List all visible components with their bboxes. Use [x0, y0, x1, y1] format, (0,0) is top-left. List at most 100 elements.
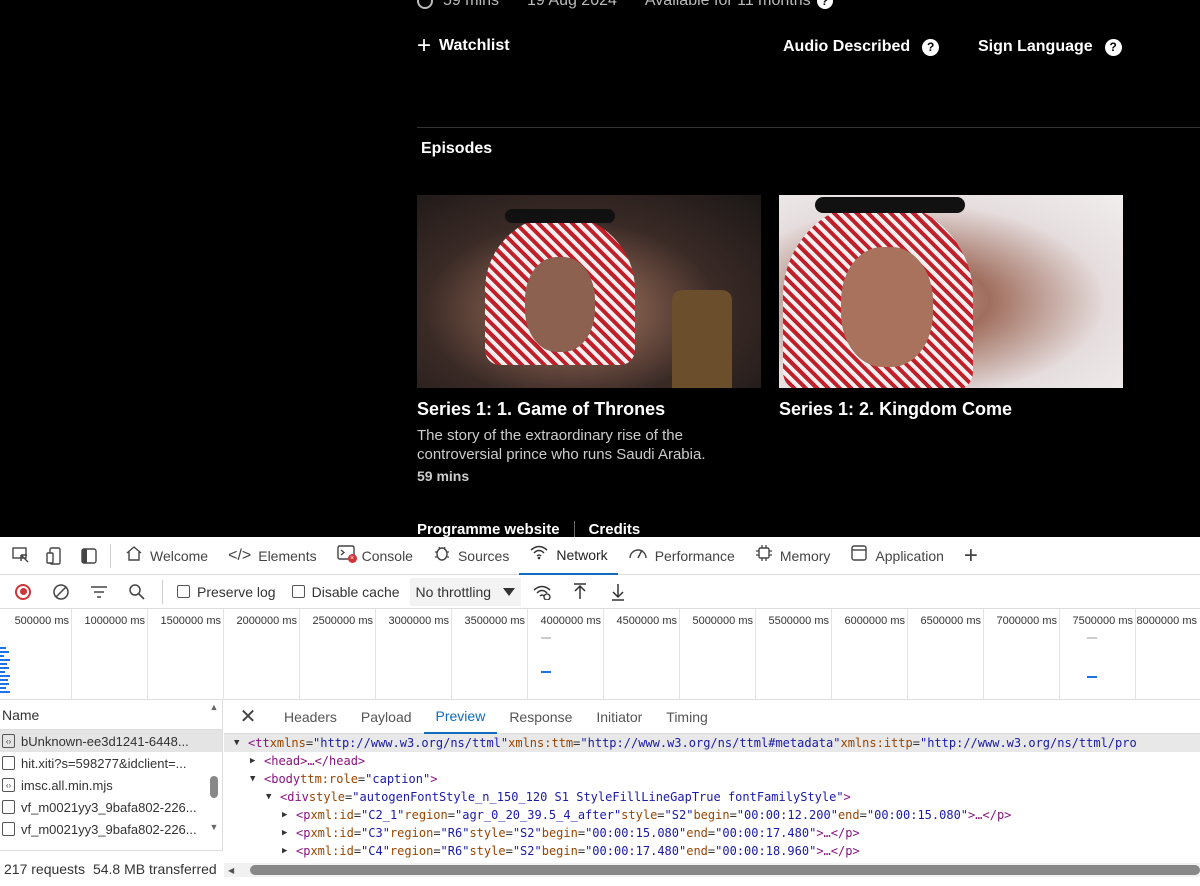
device-emulation-icon[interactable]	[38, 541, 72, 571]
plus-icon: +	[417, 32, 432, 59]
network-status-bar: 217 requests 54.8 MB transferred 6	[0, 850, 232, 886]
tab-headers[interactable]: Headers	[272, 700, 349, 734]
timeline-mark	[541, 671, 551, 673]
clear-button[interactable]	[44, 578, 78, 606]
code-icon: </>	[228, 546, 252, 564]
preserve-log-checkbox[interactable]: Preserve log	[171, 584, 282, 600]
divider	[417, 127, 1200, 128]
help-icon[interactable]: ?	[816, 0, 833, 9]
checkbox-box[interactable]	[177, 585, 190, 598]
expand-down-icon[interactable]: ▼	[234, 734, 248, 752]
tab-label: Network	[556, 546, 608, 563]
horizontal-scrollbar[interactable]: ◀	[224, 863, 1200, 877]
programme-website-link[interactable]: Programme website	[417, 521, 560, 537]
name-column-header[interactable]: Name	[0, 700, 222, 730]
request-row[interactable]: vf_m0021yy3_9bafa802-226...	[0, 818, 222, 840]
timeline-mark	[541, 637, 551, 639]
xml-line[interactable]: ▼ <tt xmlns = "http://www.w3.org/ns/ttml" x…	[224, 734, 1200, 752]
tab-response[interactable]: Response	[497, 700, 584, 734]
checkbox-box[interactable]	[291, 585, 305, 598]
devtools-tabbar: Welcome </> Elements × Console Sources N…	[0, 537, 1200, 575]
tab-performance[interactable]: Performance	[618, 537, 745, 575]
credits-link[interactable]: Credits	[589, 521, 641, 537]
episode-thumbnail[interactable]	[417, 195, 761, 388]
episode-title[interactable]: Series 1: 1. Game of Thrones	[417, 398, 761, 420]
add-tab-button[interactable]: +	[954, 537, 988, 575]
sidebar-toggle-icon[interactable]	[72, 541, 106, 571]
import-har-button[interactable]	[563, 578, 597, 606]
request-row[interactable]: vf_m0021yy3_9bafa802-226...	[0, 796, 222, 818]
request-row[interactable]: ‹› bUnknown-ee3d1241-6448...	[0, 730, 222, 752]
network-timeline[interactable]: 500000 ms 1000000 ms 1500000 ms 2000000 …	[0, 609, 1200, 700]
performance-icon	[628, 545, 648, 566]
request-row[interactable]: ‹› imsc.all.min.mjs	[0, 774, 222, 796]
sign-language[interactable]: Sign Language ?	[978, 38, 1122, 56]
code-file-icon: ‹›	[2, 734, 15, 748]
expand-right-icon[interactable]: ▶	[282, 824, 296, 842]
close-icon[interactable]: ✕	[224, 704, 272, 729]
tab-initiator[interactable]: Initiator	[584, 700, 654, 734]
watchlist-label: Watchlist	[439, 37, 510, 54]
tab-label: Application	[875, 547, 944, 564]
tab-timing[interactable]: Timing	[654, 700, 720, 734]
scrollbar-thumb[interactable]	[210, 776, 218, 798]
tab-console[interactable]: × Console	[327, 537, 423, 575]
availability: Available for 11 months ?	[645, 0, 833, 10]
xml-line[interactable]: ▼ <div style = "autogenFontStyle_n_150_120 …	[224, 788, 1200, 806]
disable-cache-label: Disable cache	[311, 583, 400, 600]
timeline-mark	[1087, 676, 1097, 678]
search-button[interactable]	[120, 578, 154, 606]
help-icon[interactable]: ?	[1104, 38, 1122, 56]
episode-thumbnail[interactable]	[779, 195, 1123, 388]
xml-line[interactable]: ▶ <p xml:id = "C2_1" region = "agr_0_20_39.5_…	[224, 806, 1200, 824]
network-conditions-button[interactable]	[525, 578, 559, 606]
episode-card[interactable]: Series 1: 1. Game of Thrones The story o…	[417, 195, 761, 484]
tab-application[interactable]: Application	[840, 537, 954, 575]
search-icon	[129, 583, 145, 600]
tab-label: Console	[361, 547, 413, 564]
tab-elements[interactable]: </> Elements	[218, 537, 327, 575]
throttling-select[interactable]: No throttling	[409, 577, 522, 606]
face-shape	[841, 247, 933, 367]
audio-described[interactable]: Audio Described ?	[783, 38, 940, 56]
request-row[interactable]: hit.xiti?s=598277&idclient=...	[0, 752, 222, 774]
watchlist-button[interactable]: + Watchlist	[417, 32, 510, 59]
scroll-up-icon[interactable]: ▲	[208, 702, 220, 712]
network-details: Name ‹› bUnknown-ee3d1241-6448... hit.xi…	[0, 700, 1200, 886]
export-har-button[interactable]	[601, 578, 635, 606]
gridline	[299, 609, 300, 700]
scrollbar-thumb[interactable]	[250, 865, 1200, 875]
expand-right-icon[interactable]: ▶	[282, 842, 296, 860]
preserve-log-label: Preserve log	[197, 583, 276, 600]
tab-memory[interactable]: Memory	[745, 537, 841, 575]
inspect-icon[interactable]	[4, 541, 38, 571]
record-button[interactable]	[6, 578, 40, 606]
scroll-left-icon[interactable]: ◀	[228, 866, 234, 875]
request-list-scrollbar[interactable]: ▲ ▼	[208, 702, 220, 862]
episode-title[interactable]: Series 1: 2. Kingdom Come	[779, 398, 1123, 420]
disable-cache-checkbox[interactable]: Disable cache	[286, 584, 406, 600]
expand-right-icon[interactable]: ▶	[282, 806, 296, 824]
gridline	[983, 609, 984, 700]
timeline-tick: 5000000 ms	[692, 615, 753, 627]
expand-down-icon[interactable]: ▼	[250, 770, 264, 788]
tab-label: Memory	[779, 547, 831, 564]
episode-card[interactable]: Series 1: 2. Kingdom Come	[779, 195, 1123, 420]
xml-line[interactable]: ▶ <head > …</head>	[224, 752, 1200, 770]
expand-right-icon[interactable]: ▶	[250, 752, 264, 770]
timeline-tick: 2500000 ms	[312, 615, 373, 627]
filter-button[interactable]	[82, 578, 116, 606]
request-name: hit.xiti?s=598277&idclient=...	[21, 755, 187, 771]
xml-line[interactable]: ▼ <body ttm:role = "caption" >	[224, 770, 1200, 788]
tab-payload[interactable]: Payload	[349, 700, 424, 734]
duration: 59 mins	[417, 0, 499, 10]
expand-down-icon[interactable]: ▼	[266, 788, 280, 806]
tab-network[interactable]: Network	[519, 537, 618, 575]
xml-line[interactable]: ▶ <p xml:id = "C3" region = "R6" style = "S2" b…	[224, 824, 1200, 842]
tab-preview[interactable]: Preview	[423, 700, 498, 734]
tab-sources[interactable]: Sources	[423, 537, 519, 575]
help-icon[interactable]: ?	[922, 38, 940, 56]
tab-welcome[interactable]: Welcome	[115, 537, 218, 575]
xml-line[interactable]: ▶ <p xml:id = "C4" region = "R6" style = "S2" b…	[224, 842, 1200, 860]
scroll-down-icon[interactable]: ▼	[208, 822, 220, 832]
